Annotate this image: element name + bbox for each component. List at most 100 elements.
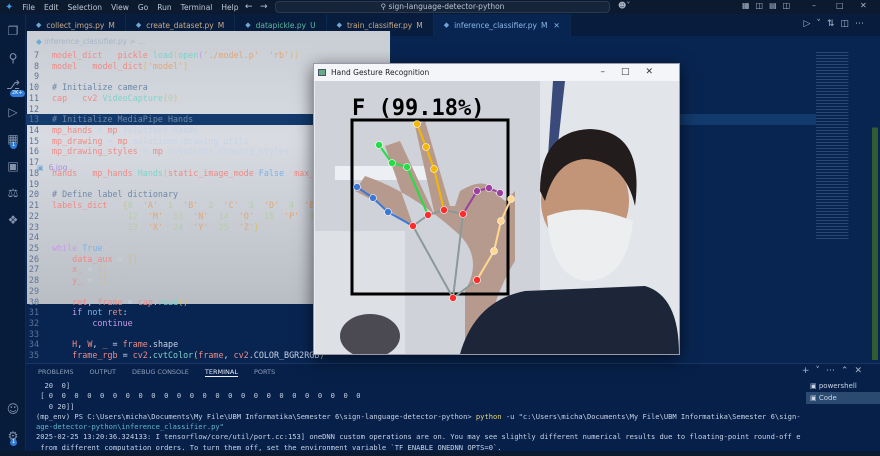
more-icon[interactable]: ⋯	[826, 366, 841, 376]
hand-landmark	[413, 120, 421, 128]
close-tab-icon[interactable]: ✕	[553, 21, 559, 30]
terminal-item-powershell[interactable]: ▣ powershell	[806, 380, 880, 392]
maximize-button[interactable]: □	[621, 67, 646, 77]
forward-icon[interactable]: →	[260, 2, 268, 12]
code-token: 'model'	[147, 60, 184, 71]
menu-selection[interactable]: Selection	[67, 3, 102, 12]
settings-badge: 1	[10, 439, 18, 446]
code-token: .shape	[147, 339, 179, 350]
code-token: :	[132, 200, 143, 211]
code-token: VideoCapture	[102, 92, 163, 103]
code-token: =	[137, 146, 153, 157]
maximize-panel-icon[interactable]: ⌃	[841, 366, 855, 376]
menu-view[interactable]: View	[111, 3, 129, 12]
terminal-icon: ▣	[810, 382, 819, 390]
minimize-button[interactable]: –	[600, 67, 621, 77]
menu-edit[interactable]: Edit	[44, 3, 59, 12]
line-number: 24	[28, 232, 39, 243]
menu-help[interactable]: Help	[221, 3, 238, 12]
code-token: 25	[218, 221, 229, 232]
code-token: :	[137, 221, 148, 232]
code-token: =	[77, 60, 93, 71]
back-icon[interactable]: ←	[245, 2, 253, 12]
minimap[interactable]	[816, 50, 849, 240]
hand-landmark	[473, 276, 481, 284]
testing-icon[interactable]: ⚖	[6, 186, 20, 200]
terminal-output[interactable]: 20 0] [ 0 0 0 0 0 0 0 0 0 0 0 0 0 0 0 0 …	[36, 381, 801, 453]
code-token: ,	[162, 221, 174, 232]
code-token: cap	[137, 296, 153, 307]
tab-label: create_dataset.py	[146, 20, 214, 30]
code-token: =	[82, 264, 98, 275]
hand-landmark	[424, 211, 432, 219]
split-editor-icon[interactable]: ◫	[840, 19, 855, 29]
hand-gesture-window[interactable]: Hand Gesture Recognition –□✕ F (99.18%)	[313, 63, 680, 355]
breadcrumb[interactable]: ◆ inference_classifier.py > ...	[36, 37, 145, 46]
panel-tab-terminal[interactable]: TERMINAL	[204, 368, 238, 377]
code-token: 13	[173, 210, 184, 221]
code-token: =	[77, 167, 93, 178]
python-file-icon: ◆	[245, 21, 251, 29]
tab-label: datapickle.py	[255, 20, 307, 30]
command-center-search[interactable]: ⚲ sign-language-detector-python	[275, 1, 610, 13]
code-token: frame_rgb	[52, 350, 118, 361]
code-token: 'N'	[193, 210, 209, 221]
menu-terminal[interactable]: Terminal	[181, 3, 213, 12]
tab-inference_classifier-py[interactable]: ◆ inference_classifier.py M ✕	[433, 14, 571, 36]
terminal-line: 2025-02-25 13:20:36.324133: I tensorflow…	[36, 432, 801, 442]
panel-tab-debug-console[interactable]: DEBUG CONSOLE	[132, 368, 189, 377]
account-icon[interactable]: ☺	[6, 402, 20, 416]
menu-file[interactable]: File	[22, 3, 35, 12]
code-token: model_dict	[52, 50, 103, 60]
run-icon[interactable]: ▷˅	[804, 19, 827, 29]
terminal-list: ▣ powershell ▣ Code	[806, 380, 880, 404]
code-token: ,	[253, 210, 264, 221]
tab-status: M	[416, 20, 423, 30]
hand-landmark	[440, 206, 448, 214]
code-token: ,	[208, 221, 219, 232]
code-token: frame	[198, 350, 224, 361]
code-token: ,	[198, 200, 209, 211]
code-token: 'M'	[147, 210, 163, 221]
terminal-name: Code	[818, 394, 837, 402]
code-token: cvtColor	[152, 350, 194, 361]
minimize-button[interactable]: –	[812, 1, 816, 10]
python-file-icon: ◆	[443, 21, 450, 29]
code-token: :	[183, 221, 194, 232]
figma-icon[interactable]: ❖	[6, 213, 20, 227]
run-debug-icon[interactable]: ▷	[6, 105, 20, 119]
code-token: :	[122, 307, 128, 318]
copilot-icon[interactable]: ☻˅	[618, 1, 630, 10]
close-panel-icon[interactable]: ✕	[854, 366, 868, 376]
close-window-button[interactable]: ✕	[860, 1, 867, 10]
hand-landmark	[449, 294, 457, 302]
menu-run[interactable]: Run	[157, 3, 171, 12]
close-button[interactable]: ✕	[645, 67, 669, 77]
panel-tab-problems[interactable]: PROBLEMS	[38, 368, 73, 377]
explorer-icon[interactable]: ❐	[6, 24, 20, 38]
code-token: ,	[223, 350, 234, 361]
line-number: 12	[28, 103, 39, 114]
layout-controls[interactable]: ▦◫▤◫	[742, 1, 796, 10]
extensions-badge: 1	[10, 142, 18, 149]
code-token: =	[82, 275, 98, 286]
line-number: 10	[28, 82, 39, 93]
line-number: 21	[28, 200, 39, 211]
new-terminal-icon[interactable]: +˅	[802, 366, 826, 376]
more-icon[interactable]: ⋯	[855, 19, 870, 29]
command: python	[475, 411, 502, 421]
menu-go[interactable]: Go	[138, 3, 148, 12]
search-view-icon[interactable]: ⚲	[6, 51, 20, 65]
code-token: mp	[152, 146, 163, 157]
maximize-button[interactable]: □	[836, 1, 844, 10]
panel-tab-output[interactable]: OUTPUT	[89, 368, 116, 377]
panel-tab-ports[interactable]: PORTS	[254, 368, 275, 377]
code-token: :	[253, 200, 264, 211]
terminal-item-code[interactable]: ▣ Code	[806, 392, 880, 404]
compare-icon[interactable]: ⇅	[827, 19, 841, 29]
remote-explorer-icon[interactable]: ▣	[6, 159, 20, 173]
line-number: 19	[28, 178, 39, 189]
editor-scrollbar[interactable]	[872, 50, 878, 360]
code-token: # Initialize camera	[52, 82, 148, 93]
line-number: 23	[28, 221, 39, 232]
